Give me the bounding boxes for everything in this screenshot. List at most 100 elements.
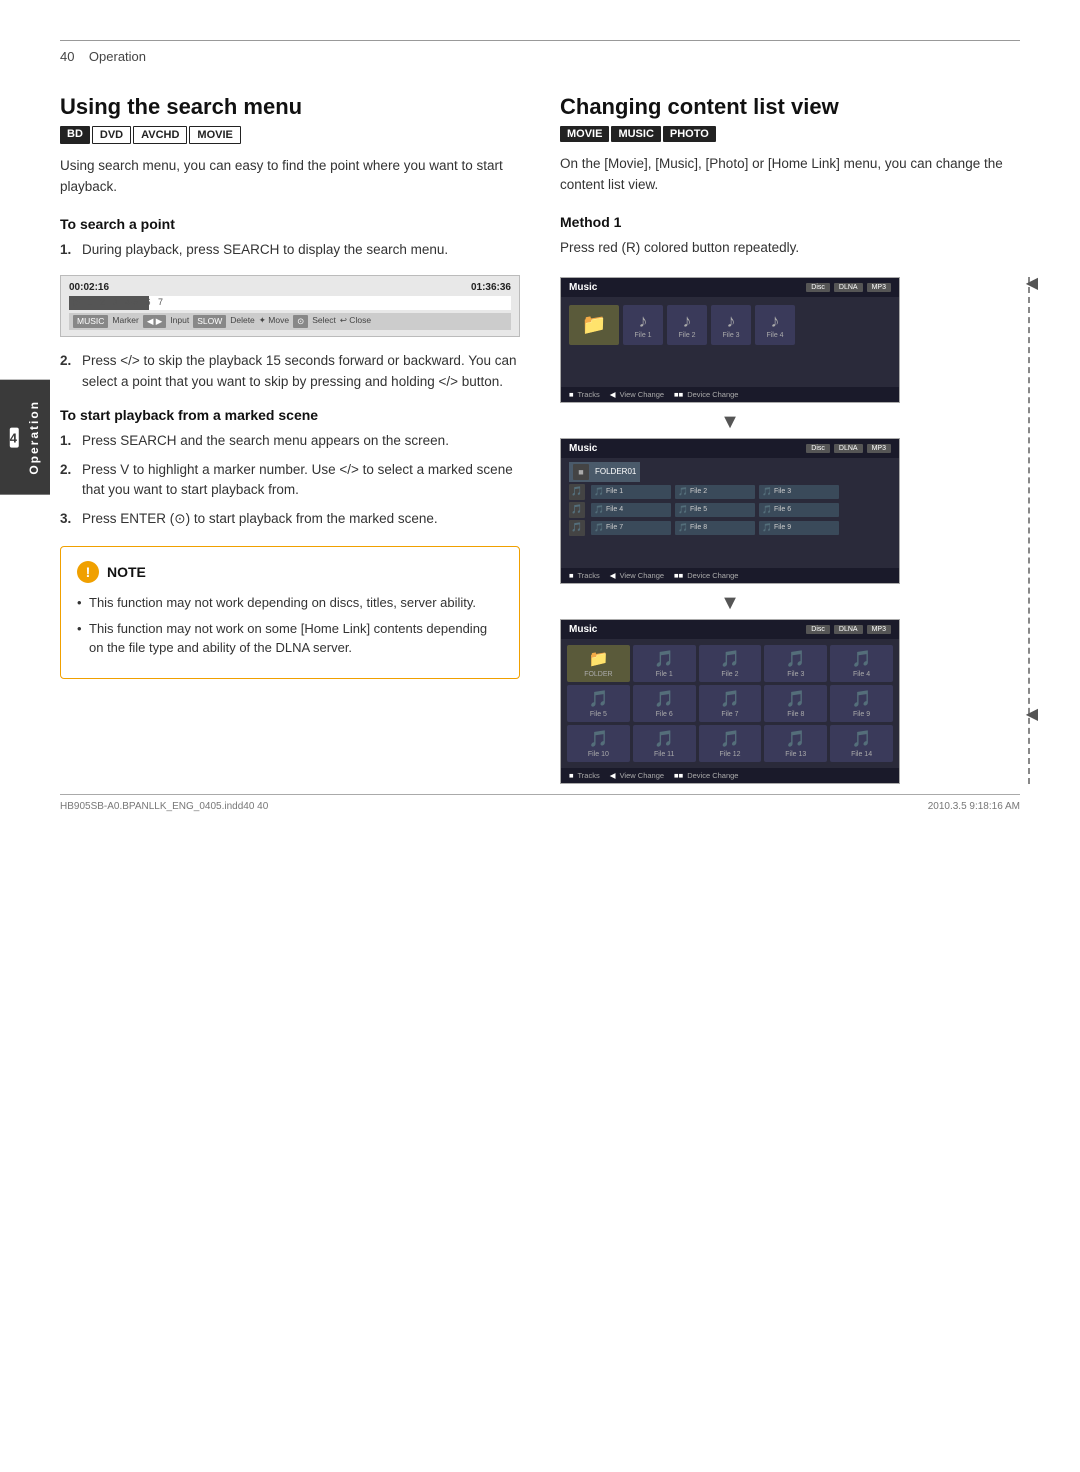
ss2-row-1: 🎵 🎵File 1 🎵File 2 🎵File 3 xyxy=(569,484,839,500)
left-section-title: Using the search menu xyxy=(60,94,520,120)
note-bullet-1: This function may not work depending on … xyxy=(77,593,503,613)
ss2-controls: Disc DLNA MP3 xyxy=(806,444,891,453)
marked-step-3: 3. Press ENTER (⊙) to start playback fro… xyxy=(60,509,520,530)
note-header: ! NOTE xyxy=(77,561,503,583)
page-number: 40 xyxy=(60,49,74,64)
search-controls: MUSIC Marker ◀ ▶ Input SLOW Delete ✦ Mov… xyxy=(69,313,511,330)
right-column: Changing content list view MOVIE MUSIC P… xyxy=(560,94,1020,792)
ss3-file11: 🎵File 11 xyxy=(633,725,696,762)
screenshot-3: Music Disc DLNA MP3 📁FOLDER 🎵File 1 🎵Fil… xyxy=(560,619,900,784)
search-time-bar: 00:02:16 01:36:36 xyxy=(69,282,511,293)
ss3-header: Music Disc DLNA MP3 xyxy=(561,620,899,639)
right-arrow-bottom: ◀ xyxy=(1026,704,1038,724)
ss3-content: 📁FOLDER 🎵File 1 🎵File 2 🎵File 3 🎵File 4 … xyxy=(561,639,899,768)
ss2-title: Music xyxy=(569,443,597,454)
right-intro: On the [Movie], [Music], [Photo] or [Hom… xyxy=(560,154,1020,196)
ss3-file14: 🎵File 14 xyxy=(830,725,893,762)
ss1-header: Music Disc DLNA MP3 xyxy=(561,278,899,297)
time-left: 00:02:16 xyxy=(69,282,109,293)
ss1-title: Music xyxy=(569,282,597,293)
ss3-file3: 🎵File 3 xyxy=(764,645,827,682)
ss2-row-3: 🎵 🎵File 7 🎵File 8 🎵File 9 xyxy=(569,520,839,536)
ss2-btn-dlna: DLNA xyxy=(834,444,863,453)
ss3-file10: 🎵File 10 xyxy=(567,725,630,762)
note-bullets: This function may not work depending on … xyxy=(77,593,503,658)
time-right: 01:36:36 xyxy=(471,282,511,293)
ss2-row-2: 🎵 🎵File 4 🎵File 5 🎵File 6 xyxy=(569,502,839,518)
search-step2-list: 2. Press </> to skip the playback 15 sec… xyxy=(60,351,520,393)
ss3-file12: 🎵File 12 xyxy=(699,725,762,762)
screenshot-2: Music Disc DLNA MP3 ■ FOLDER01 xyxy=(560,438,900,584)
badge-movie-right: MOVIE xyxy=(560,126,609,142)
right-arrow-top: ◀ xyxy=(1026,273,1038,293)
progress-markers: ▶ 1 2 3 4·5 6 7 xyxy=(73,297,163,308)
footer-left: HB905SB-A0.BPANLLK_ENG_0405.indd40 40 xyxy=(60,801,268,812)
note-bullet-2: This function may not work on some [Home… xyxy=(77,619,503,658)
ss3-btn-dlna: DLNA xyxy=(834,625,863,634)
sub-heading-2: To start playback from a marked scene xyxy=(60,407,520,423)
note-title: NOTE xyxy=(107,564,146,580)
ss1-file4: ♪File 4 xyxy=(755,305,795,345)
sub-heading-1: To search a point xyxy=(60,216,520,232)
ss3-file4: 🎵File 4 xyxy=(830,645,893,682)
ss2-footer: ■ Tracks ◀ View Change ■■ Device Change xyxy=(561,568,899,583)
marked-step-1: 1. Press SEARCH and the search menu appe… xyxy=(60,431,520,452)
arrow-down-1: ▼ xyxy=(560,411,900,434)
badge-avchd: AVCHD xyxy=(133,126,187,144)
ss1-btn-mp3: MP3 xyxy=(867,283,891,292)
ss1-footer: ■ Tracks ◀ View Change ■■ Device Change xyxy=(561,387,899,402)
ss2-btn-disc: Disc xyxy=(806,444,830,453)
page-header: 40 Operation xyxy=(60,49,1020,64)
ss3-title: Music xyxy=(569,624,597,635)
search-progress: ▶ 1 2 3 4·5 6 7 xyxy=(69,296,511,310)
ss1-folder: 📁 xyxy=(569,305,619,345)
ss3-btn-disc: Disc xyxy=(806,625,830,634)
ss1-file1: ♪File 1 xyxy=(623,305,663,345)
ss1-content: 📁 ♪File 1 ♪File 2 ♪File 3 ♪File 4 xyxy=(561,297,899,387)
left-badge-row: BD DVD AVCHD MOVIE xyxy=(60,126,520,144)
marked-step-2: 2. Press V to highlight a marker number.… xyxy=(60,460,520,502)
ss3-file1: 🎵File 1 xyxy=(633,645,696,682)
ss3-folder: 📁FOLDER xyxy=(567,645,630,682)
ss2-row-0: ■ FOLDER01 xyxy=(569,462,640,482)
search-step-1: 1. During playback, press SEARCH to disp… xyxy=(60,240,520,261)
arrow-down-2: ▼ xyxy=(560,592,900,615)
ss3-file2: 🎵File 2 xyxy=(699,645,762,682)
method1-text: Press red (R) colored button repeatedly. xyxy=(560,238,1020,259)
top-rule xyxy=(60,40,1020,41)
marked-scene-steps: 1. Press SEARCH and the search menu appe… xyxy=(60,431,520,531)
badge-photo: PHOTO xyxy=(663,126,716,142)
right-badge-row: MOVIE MUSIC PHOTO xyxy=(560,126,1020,142)
right-section-title: Changing content list view xyxy=(560,94,1020,120)
search-menu-mockup: 00:02:16 01:36:36 ▶ 1 2 3 4·5 6 7 MUSIC … xyxy=(60,275,520,337)
footer-right: 2010.3.5 9:18:16 AM xyxy=(928,801,1020,812)
ss2-content: ■ FOLDER01 🎵 🎵File 1 🎵File 2 🎵File 3 xyxy=(561,458,899,568)
ss1-file2: ♪File 2 xyxy=(667,305,707,345)
badge-bd: BD xyxy=(60,126,90,144)
ss1-controls: Disc DLNA MP3 xyxy=(806,283,891,292)
badge-movie: MOVIE xyxy=(189,126,240,144)
ss2-btn-mp3: MP3 xyxy=(867,444,891,453)
section-name: Operation xyxy=(89,49,146,64)
search-step-2: 2. Press </> to skip the playback 15 sec… xyxy=(60,351,520,393)
ss3-footer: ■ Tracks ◀ View Change ■■ Device Change xyxy=(561,768,899,783)
ss3-file9: 🎵File 9 xyxy=(830,685,893,722)
note-icon: ! xyxy=(77,561,99,583)
left-intro: Using search menu, you can easy to find … xyxy=(60,156,520,198)
ss3-file5: 🎵File 5 xyxy=(567,685,630,722)
ss3-file7: 🎵File 7 xyxy=(699,685,762,722)
ss3-file8: 🎵File 8 xyxy=(764,685,827,722)
badge-dvd: DVD xyxy=(92,126,131,144)
ss1-file3: ♪File 3 xyxy=(711,305,751,345)
ss2-header: Music Disc DLNA MP3 xyxy=(561,439,899,458)
badge-music: MUSIC xyxy=(611,126,660,142)
ss3-file13: 🎵File 13 xyxy=(764,725,827,762)
ss3-btn-mp3: MP3 xyxy=(867,625,891,634)
screenshots-wrapper: ◀ ◀ Music Disc DLNA MP3 📁 ♪File 1 xyxy=(560,277,1020,784)
ss1-btn-dlna: DLNA xyxy=(834,283,863,292)
page-footer: HB905SB-A0.BPANLLK_ENG_0405.indd40 40 20… xyxy=(60,794,1020,812)
ss3-controls: Disc DLNA MP3 xyxy=(806,625,891,634)
ss3-file6: 🎵File 6 xyxy=(633,685,696,722)
screenshot-1: Music Disc DLNA MP3 📁 ♪File 1 ♪File 2 ♪F… xyxy=(560,277,900,403)
method1-heading: Method 1 xyxy=(560,214,1020,230)
